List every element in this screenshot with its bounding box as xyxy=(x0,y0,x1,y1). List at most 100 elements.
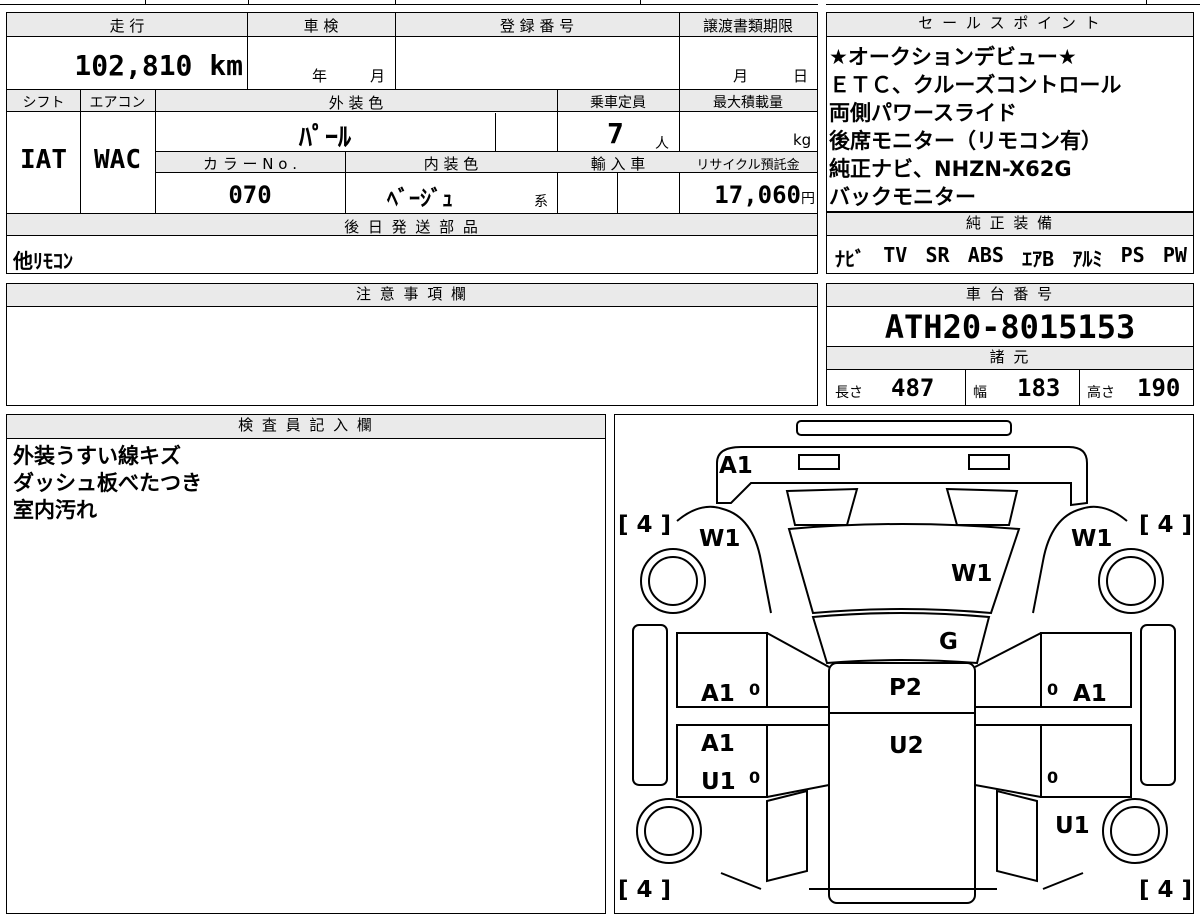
later-parts-value: 他ﾘﾓｺﾝ xyxy=(13,249,73,273)
grade-left-front-door: A1 xyxy=(701,681,735,707)
door-mark: 0 xyxy=(749,680,760,699)
remark-line: ダッシュ板べたつき xyxy=(13,471,202,495)
chassis-header: 車 台 番 号 xyxy=(827,284,1193,307)
sales-points-panel: セ ー ル ス ポ イ ン ト ★オークションデビュー★ ＥＴＣ、クルーズコント… xyxy=(826,12,1194,212)
mileage-header: 走 行 xyxy=(109,17,145,35)
height-label: 高さ xyxy=(1087,385,1115,401)
grade-left-slide-door-2: U1 xyxy=(701,769,736,795)
notes-header: 注 意 事 項 欄 xyxy=(7,284,817,307)
color-no-value: 070 xyxy=(228,181,272,209)
vehicle-info-table: 走 行 車 検 登 録 番 号 譲渡書類期限 102,810 km 年 月 月 … xyxy=(6,12,818,274)
door-mark: 0 xyxy=(749,768,760,787)
sales-point-line: バックモニター xyxy=(829,185,976,209)
tire-rear-left: [ 4 ] xyxy=(618,877,671,903)
tire-rear-right: [ 4 ] xyxy=(1139,877,1192,903)
grade-roof-rear: U2 xyxy=(889,733,924,759)
equipment-item: ﾅﾋﾞ xyxy=(835,247,865,271)
recycle-header: リサイクル預託金 xyxy=(696,158,800,173)
ac-value: WAC xyxy=(94,145,141,175)
shift-value: IAT xyxy=(20,145,67,175)
grade-hood: W1 xyxy=(951,561,992,587)
tire-front-left: [ 4 ] xyxy=(618,512,671,538)
max-load-unit: kg xyxy=(793,131,812,149)
damage-diagram-panel: [ 4 ] [ 4 ] [ 4 ] [ 4 ] A1 W1 W1 W1 G P2… xyxy=(614,414,1194,914)
ac-header: エアコン xyxy=(89,95,146,111)
windshield-outline xyxy=(811,612,991,665)
length-label: 長さ xyxy=(835,385,863,401)
capacity-unit: 人 xyxy=(655,136,669,152)
front-left-wheel xyxy=(640,548,706,614)
sales-point-line: ★オークションデビュー★ xyxy=(829,45,1077,69)
front-bumper-bar xyxy=(796,420,1012,436)
remark-line: 室内汚れ xyxy=(13,498,97,522)
transfer-month-unit: 月 xyxy=(733,67,749,85)
capacity-value: 7 xyxy=(607,117,624,150)
grade-front-right-fender: W1 xyxy=(1071,526,1112,552)
tire-front-right: [ 4 ] xyxy=(1139,512,1192,538)
exterior-color-header: 外 装 色 xyxy=(328,94,384,112)
sales-point-line: ＥＴＣ、クルーズコントロール xyxy=(829,73,1122,97)
exterior-color-value: ﾊﾟｰﾙ xyxy=(298,123,351,153)
grade-left-slide-door-1: A1 xyxy=(701,731,735,757)
recycle-fee-value: 17,060円 xyxy=(679,181,815,209)
inspection-month-unit: 月 xyxy=(370,67,386,85)
mileage-unit: km xyxy=(209,49,243,82)
top-strip xyxy=(0,0,1200,6)
mileage-number: 102,810 xyxy=(74,49,193,82)
remark-line: 外装うすい線キズ xyxy=(13,444,181,468)
equipment-item: PW xyxy=(1162,243,1187,267)
specs-header: 諸 元 xyxy=(827,347,1193,370)
interior-color-header: 内 装 色 xyxy=(423,155,479,173)
height-value: 190 xyxy=(1137,374,1181,402)
inspector-panel: 検 査 員 記 入 欄 外装うすい線キズ ダッシュ板べたつき 室内汚れ xyxy=(6,414,606,914)
inspector-remarks: 外装うすい線キズ ダッシュ板べたつき 室内汚れ xyxy=(13,443,593,524)
front-right-wheel xyxy=(1098,548,1164,614)
capacity-header: 乗車定員 xyxy=(590,95,646,111)
width-value: 183 xyxy=(1017,374,1061,402)
transfer-header: 譲渡書類期限 xyxy=(702,17,793,35)
equipment-item: TV xyxy=(883,243,908,267)
transfer-day-unit: 日 xyxy=(793,67,809,85)
grade-front-left-fender: W1 xyxy=(699,526,740,552)
sales-point-line: 両側パワースライド xyxy=(829,101,1017,125)
equipment-header: 純 正 装 備 xyxy=(827,213,1193,236)
grade-right-rear-quarter: U1 xyxy=(1055,813,1090,839)
door-mark: 0 xyxy=(1047,680,1058,699)
recycle-fee-unit: 円 xyxy=(801,191,815,207)
length-value: 487 xyxy=(891,374,935,402)
import-header: 輸 入 車 xyxy=(590,155,646,173)
equipment-item: ABS xyxy=(967,243,1004,267)
door-mark: 0 xyxy=(1047,768,1058,787)
recycle-fee-number: 17,060 xyxy=(714,181,801,209)
rear-right-wheel xyxy=(1102,798,1168,864)
sales-point-line: 純正ナビ、NHZN-X62G xyxy=(829,157,1072,181)
inspection-header: 車 検 xyxy=(303,17,339,35)
grade-roof-front: P2 xyxy=(889,675,922,701)
inspection-year-unit: 年 xyxy=(312,67,328,85)
sales-points-list: ★オークションデビュー★ ＥＴＣ、クルーズコントロール 両側パワースライド 後席… xyxy=(829,43,1191,211)
grade-front-bumper: A1 xyxy=(719,453,753,479)
width-label: 幅 xyxy=(973,385,987,401)
front-bumper-outline xyxy=(716,446,1088,507)
equipment-item: ｱﾙﾐ xyxy=(1072,247,1103,271)
max-load-header: 最大積載量 xyxy=(713,95,783,111)
equipment-panel: 純 正 装 備 ﾅﾋﾞ TV SR ABS ｴｱB ｱﾙﾐ PS PW xyxy=(826,212,1194,274)
rear-left-wheel xyxy=(636,798,702,864)
equipment-item: SR xyxy=(925,243,950,267)
interior-color-value: ﾍﾞｰｼﾞｭ xyxy=(387,187,454,212)
equipment-list: ﾅﾋﾞ TV SR ABS ｴｱB ｱﾙﾐ PS PW xyxy=(835,243,1187,272)
grade-right-front-door: A1 xyxy=(1073,681,1107,707)
chassis-panel: 車 台 番 号 ATH20-8015153 諸 元 長さ 487 幅 183 高… xyxy=(826,283,1194,406)
shift-header: シフト xyxy=(22,95,65,111)
later-parts-header: 後 日 発 送 部 品 xyxy=(344,218,480,236)
interior-color-suffix: 系 xyxy=(534,194,548,210)
notes-panel: 注 意 事 項 欄 xyxy=(6,283,818,406)
grade-windshield: G xyxy=(939,629,958,655)
chassis-number: ATH20-8015153 xyxy=(884,308,1136,346)
registration-header: 登 録 番 号 xyxy=(499,17,575,35)
sales-points-header: セ ー ル ス ポ イ ン ト xyxy=(827,13,1193,37)
sales-point-line: 後席モニター（リモコン有） xyxy=(829,129,1102,153)
mileage-value: 102,810 km xyxy=(7,49,243,82)
inspector-header: 検 査 員 記 入 欄 xyxy=(7,415,605,439)
car-diagram: [ 4 ] [ 4 ] [ 4 ] [ 4 ] A1 W1 W1 W1 G P2… xyxy=(618,420,1192,904)
